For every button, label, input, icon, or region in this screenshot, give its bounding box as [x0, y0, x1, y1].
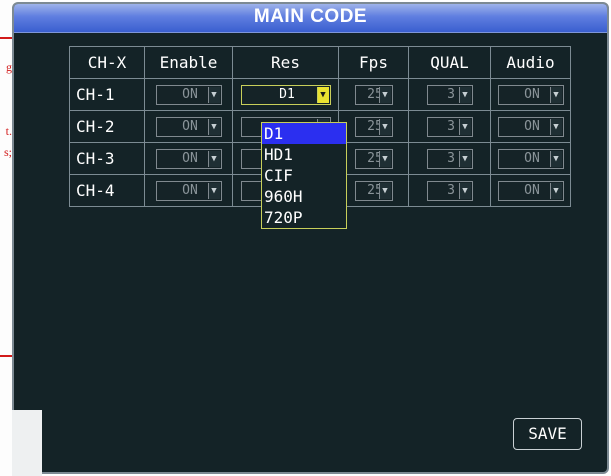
fps-select[interactable]: 25 ▼ — [354, 180, 393, 201]
fps-select[interactable]: 25 ▼ — [354, 84, 393, 105]
channel-label: CH-2 — [69, 110, 145, 143]
chevron-down-icon: ▼ — [207, 150, 220, 167]
enable-select[interactable]: ON ▼ — [155, 116, 222, 137]
chevron-down-icon: ▼ — [207, 182, 220, 199]
fps-select[interactable]: 25 ▼ — [354, 116, 393, 137]
res-dropdown-list: D1 HD1 CIF 960H 720P — [261, 122, 347, 229]
chevron-down-icon: ▼ — [316, 86, 329, 103]
table-header-row: CH-X Enable Res Fps QUAL Audio — [69, 46, 571, 79]
fps-select[interactable]: 25 ▼ — [354, 148, 393, 169]
chevron-down-icon: ▼ — [458, 150, 471, 167]
title-bar: MAIN CODE — [14, 4, 607, 33]
save-button[interactable]: SAVE — [513, 418, 582, 450]
frame-edge — [12, 410, 42, 476]
channel-label: CH-3 — [69, 142, 145, 175]
channel-label: CH-1 — [69, 78, 145, 111]
chevron-down-icon: ▼ — [378, 182, 391, 199]
enable-select[interactable]: ON ▼ — [155, 148, 222, 169]
qual-select[interactable]: 3 ▼ — [426, 84, 473, 105]
audio-select[interactable]: ON ▼ — [497, 180, 564, 201]
column-header-qual: QUAL — [408, 46, 491, 79]
audio-select[interactable]: ON ▼ — [497, 148, 564, 169]
table-row: CH-1 ON ▼ D1 ▼ 25 ▼ 3 ▼ ON ▼ — [69, 78, 571, 111]
res-select[interactable]: D1 ▼ — [240, 84, 331, 105]
res-option-960h[interactable]: 960H — [262, 186, 346, 207]
chevron-down-icon: ▼ — [378, 118, 391, 135]
column-header-ch: CH-X — [69, 46, 145, 79]
chevron-down-icon: ▼ — [458, 86, 471, 103]
enable-select[interactable]: ON ▼ — [155, 84, 222, 105]
chevron-down-icon: ▼ — [378, 150, 391, 167]
chevron-down-icon: ▼ — [458, 182, 471, 199]
qual-select[interactable]: 3 ▼ — [426, 116, 473, 137]
chevron-down-icon: ▼ — [207, 118, 220, 135]
column-header-res: Res — [232, 46, 339, 79]
res-option-hd1[interactable]: HD1 — [262, 144, 346, 165]
qual-select[interactable]: 3 ▼ — [426, 180, 473, 201]
chevron-down-icon: ▼ — [549, 150, 562, 167]
chevron-down-icon: ▼ — [549, 182, 562, 199]
column-header-fps: Fps — [338, 46, 409, 79]
qual-select[interactable]: 3 ▼ — [426, 148, 473, 169]
chevron-down-icon: ▼ — [458, 118, 471, 135]
channel-label: CH-4 — [69, 174, 145, 207]
res-option-720p[interactable]: 720P — [262, 207, 346, 228]
audio-select[interactable]: ON ▼ — [497, 116, 564, 137]
column-header-enable: Enable — [144, 46, 233, 79]
chevron-down-icon: ▼ — [549, 86, 562, 103]
main-code-window: MAIN CODE CH-X Enable Res Fps QUAL Audio… — [12, 2, 609, 474]
audio-select[interactable]: ON ▼ — [497, 84, 564, 105]
column-header-audio: Audio — [490, 46, 571, 79]
res-option-cif[interactable]: CIF — [262, 165, 346, 186]
enable-select[interactable]: ON ▼ — [155, 180, 222, 201]
chevron-down-icon: ▼ — [378, 86, 391, 103]
chevron-down-icon: ▼ — [549, 118, 562, 135]
chevron-down-icon: ▼ — [207, 86, 220, 103]
window-title: MAIN CODE — [253, 6, 368, 27]
res-option-d1[interactable]: D1 — [262, 123, 346, 144]
